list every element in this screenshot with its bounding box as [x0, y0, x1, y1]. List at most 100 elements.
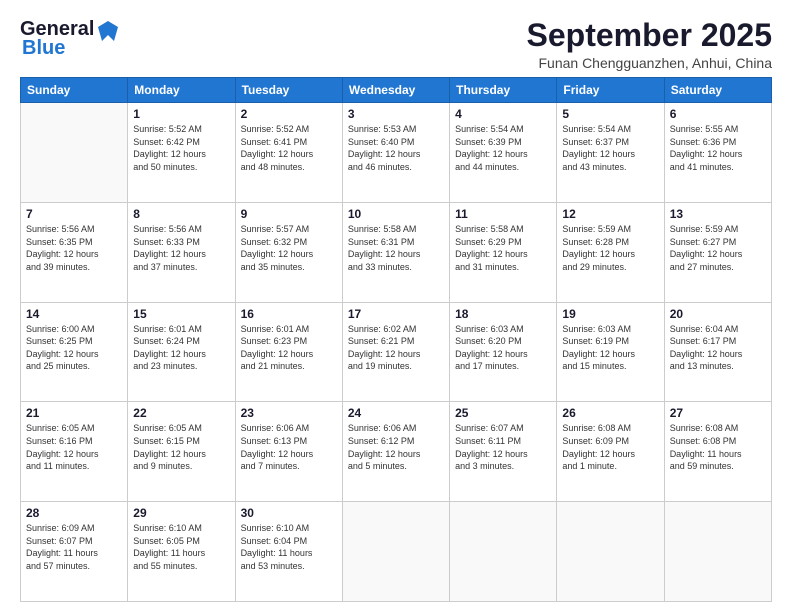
day-number: 22 [133, 406, 229, 420]
calendar-cell [664, 502, 771, 602]
calendar-cell: 6 Sunrise: 5:55 AM Sunset: 6:36 PM Daylig… [664, 103, 771, 203]
cell-info: Sunrise: 5:52 AM Sunset: 6:41 PM Dayligh… [241, 123, 337, 173]
calendar-cell: 30Sunrise: 6:10 AM Sunset: 6:04 PM Dayli… [235, 502, 342, 602]
day-number: 12 [562, 207, 658, 221]
calendar-cell: 23 Sunrise: 6:06 AM Sunset: 6:13 PM Dayli… [235, 402, 342, 502]
calendar-cell: 17 Sunrise: 6:02 AM Sunset: 6:21 PM Dayli… [342, 302, 449, 402]
page: General Blue September 2025 Funan Chengg… [0, 0, 792, 612]
day-number: 19 [562, 307, 658, 321]
weekday-header-friday: Friday [557, 78, 664, 103]
cell-info: Sunrise: 6:04 AM Sunset: 6:17 PM Dayligh… [670, 323, 766, 373]
weekday-header-sunday: Sunday [21, 78, 128, 103]
day-number: 17 [348, 307, 444, 321]
calendar-cell: 15 Sunrise: 6:01 AM Sunset: 6:24 PM Dayli… [128, 302, 235, 402]
day-number: 24 [348, 406, 444, 420]
weekday-header-tuesday: Tuesday [235, 78, 342, 103]
day-number: 27 [670, 406, 766, 420]
cell-info: Sunrise: 5:56 AM Sunset: 6:33 PM Dayligh… [133, 223, 229, 273]
cell-info: Sunrise: 6:03 AM Sunset: 6:20 PM Dayligh… [455, 323, 551, 373]
cell-info: Sunrise: 5:58 AM Sunset: 6:29 PM Dayligh… [455, 223, 551, 273]
cell-info: Sunrise: 6:05 AM Sunset: 6:16 PM Dayligh… [26, 422, 122, 472]
calendar-cell: 3 Sunrise: 5:53 AM Sunset: 6:40 PM Daylig… [342, 103, 449, 203]
logo-icon [96, 19, 118, 41]
day-number: 23 [241, 406, 337, 420]
weekday-header-thursday: Thursday [450, 78, 557, 103]
day-number: 7 [26, 207, 122, 221]
calendar-cell: 8 Sunrise: 5:56 AM Sunset: 6:33 PM Daylig… [128, 202, 235, 302]
day-number: 3 [348, 107, 444, 121]
header: General Blue September 2025 Funan Chengg… [20, 18, 772, 71]
cell-info: Sunrise: 6:06 AM Sunset: 6:13 PM Dayligh… [241, 422, 337, 472]
weekday-header-wednesday: Wednesday [342, 78, 449, 103]
cell-info: Sunrise: 5:54 AM Sunset: 6:39 PM Dayligh… [455, 123, 551, 173]
day-number: 10 [348, 207, 444, 221]
day-number: 1 [133, 107, 229, 121]
cell-info: Sunrise: 6:03 AM Sunset: 6:19 PM Dayligh… [562, 323, 658, 373]
day-number: 13 [670, 207, 766, 221]
calendar-cell: 20 Sunrise: 6:04 AM Sunset: 6:17 PM Dayli… [664, 302, 771, 402]
day-number: 2 [241, 107, 337, 121]
cell-info: Sunrise: 5:58 AM Sunset: 6:31 PM Dayligh… [348, 223, 444, 273]
day-number: 25 [455, 406, 551, 420]
calendar-week-2: 7Sunrise: 5:56 AM Sunset: 6:35 PM Daylig… [21, 202, 772, 302]
calendar-cell: 24 Sunrise: 6:06 AM Sunset: 6:12 PM Dayli… [342, 402, 449, 502]
calendar-cell: 28 Sunrise: 6:09 AM Sunset: 6:07 PM Dayli… [21, 502, 128, 602]
cell-info: Sunrise: 6:08 AM Sunset: 6:09 PM Dayligh… [562, 422, 658, 472]
calendar-cell: 22 Sunrise: 6:05 AM Sunset: 6:15 PM Dayli… [128, 402, 235, 502]
day-number: 16 [241, 307, 337, 321]
cell-info: Sunrise: 6:08 AM Sunset: 6:08 PM Dayligh… [670, 422, 766, 472]
cell-info: Sunrise: 6:00 AM Sunset: 6:25 PM Dayligh… [26, 323, 122, 373]
calendar-cell [450, 502, 557, 602]
day-number: 26 [562, 406, 658, 420]
day-number: 6 [670, 107, 766, 121]
calendar-week-4: 21 Sunrise: 6:05 AM Sunset: 6:16 PM Dayli… [21, 402, 772, 502]
calendar-cell [557, 502, 664, 602]
cell-info: Sunrise: 6:07 AM Sunset: 6:11 PM Dayligh… [455, 422, 551, 472]
weekday-header-saturday: Saturday [664, 78, 771, 103]
calendar-cell: 18 Sunrise: 6:03 AM Sunset: 6:20 PM Dayli… [450, 302, 557, 402]
day-number: 15 [133, 307, 229, 321]
day-number: 29 [133, 506, 229, 520]
cell-info: Sunrise: 6:01 AM Sunset: 6:24 PM Dayligh… [133, 323, 229, 373]
month-title: September 2025 [527, 18, 772, 53]
calendar-cell [342, 502, 449, 602]
calendar-cell: 27 Sunrise: 6:08 AM Sunset: 6:08 PM Dayli… [664, 402, 771, 502]
calendar-cell: 10 Sunrise: 5:58 AM Sunset: 6:31 PM Dayli… [342, 202, 449, 302]
calendar-cell: 13 Sunrise: 5:59 AM Sunset: 6:27 PM Dayli… [664, 202, 771, 302]
cell-info: Sunrise: 6:10 AM Sunset: 6:04 PM Dayligh… [241, 522, 337, 572]
day-number: 8 [133, 207, 229, 221]
cell-info: Sunrise: 6:09 AM Sunset: 6:07 PM Dayligh… [26, 522, 122, 572]
cell-info: Sunrise: 6:10 AM Sunset: 6:05 PM Dayligh… [133, 522, 229, 572]
calendar-week-3: 14 Sunrise: 6:00 AM Sunset: 6:25 PM Dayli… [21, 302, 772, 402]
day-number: 21 [26, 406, 122, 420]
calendar-cell: 14 Sunrise: 6:00 AM Sunset: 6:25 PM Dayli… [21, 302, 128, 402]
cell-info: Sunrise: 6:06 AM Sunset: 6:12 PM Dayligh… [348, 422, 444, 472]
day-number: 4 [455, 107, 551, 121]
day-number: 18 [455, 307, 551, 321]
calendar-cell: 29 Sunrise: 6:10 AM Sunset: 6:05 PM Dayli… [128, 502, 235, 602]
subtitle: Funan Chengguanzhen, Anhui, China [527, 55, 772, 71]
cell-info: Sunrise: 5:53 AM Sunset: 6:40 PM Dayligh… [348, 123, 444, 173]
cell-info: Sunrise: 6:05 AM Sunset: 6:15 PM Dayligh… [133, 422, 229, 472]
calendar-cell: 26 Sunrise: 6:08 AM Sunset: 6:09 PM Dayli… [557, 402, 664, 502]
cell-info: Sunrise: 5:59 AM Sunset: 6:27 PM Dayligh… [670, 223, 766, 273]
day-number: 5 [562, 107, 658, 121]
calendar-header-row: SundayMondayTuesdayWednesdayThursdayFrid… [21, 78, 772, 103]
cell-info: Sunrise: 5:52 AM Sunset: 6:42 PM Dayligh… [133, 123, 229, 173]
calendar-cell: 4 Sunrise: 5:54 AM Sunset: 6:39 PM Daylig… [450, 103, 557, 203]
day-number: 20 [670, 307, 766, 321]
day-number: 11 [455, 207, 551, 221]
cell-info: Sunrise: 6:02 AM Sunset: 6:21 PM Dayligh… [348, 323, 444, 373]
cell-info: Sunrise: 5:59 AM Sunset: 6:28 PM Dayligh… [562, 223, 658, 273]
calendar-cell: 5Sunrise: 5:54 AM Sunset: 6:37 PM Daylig… [557, 103, 664, 203]
calendar-week-1: 1 Sunrise: 5:52 AM Sunset: 6:42 PM Daylig… [21, 103, 772, 203]
calendar-cell: 1 Sunrise: 5:52 AM Sunset: 6:42 PM Daylig… [128, 103, 235, 203]
calendar-cell: 21 Sunrise: 6:05 AM Sunset: 6:16 PM Dayli… [21, 402, 128, 502]
day-number: 14 [26, 307, 122, 321]
cell-info: Sunrise: 5:55 AM Sunset: 6:36 PM Dayligh… [670, 123, 766, 173]
calendar-cell: 16Sunrise: 6:01 AM Sunset: 6:23 PM Dayli… [235, 302, 342, 402]
day-number: 28 [26, 506, 122, 520]
calendar-table: SundayMondayTuesdayWednesdayThursdayFrid… [20, 77, 772, 602]
calendar-cell: 19 Sunrise: 6:03 AM Sunset: 6:19 PM Dayli… [557, 302, 664, 402]
calendar-cell: 11 Sunrise: 5:58 AM Sunset: 6:29 PM Dayli… [450, 202, 557, 302]
